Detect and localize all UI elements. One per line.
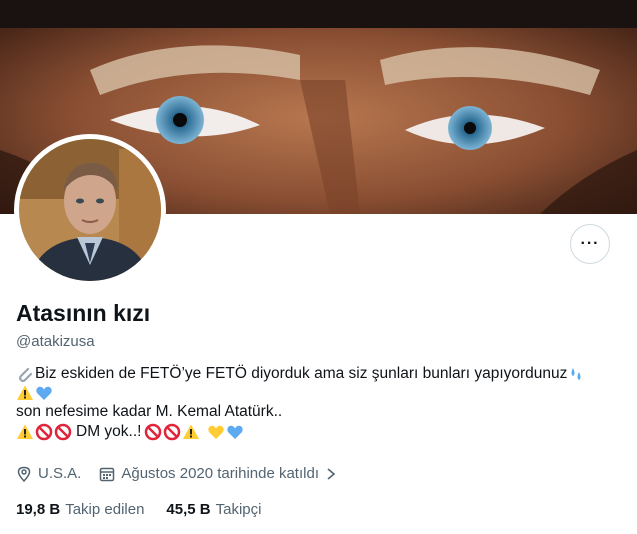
prohibited-icon [163, 423, 181, 441]
profile-display-name: Atasının kızı [16, 300, 151, 326]
more-options-button[interactable]: ··· [570, 224, 610, 264]
location-item: U.S.A. [16, 465, 81, 482]
bio-line-4: DM yok..! [16, 422, 624, 442]
joined-date-item[interactable]: Ağustos 2020 tarihinde katıldı [99, 465, 343, 482]
prohibited-icon [35, 423, 53, 441]
prohibited-icon [54, 423, 72, 441]
profile-bio: Biz eskiden de FETÖ’ye FETÖ diyorduk ama… [16, 364, 624, 442]
warning-icon [182, 423, 200, 441]
location-text: U.S.A. [38, 465, 82, 482]
joined-date-text: Ağustos 2020 tarihinde katıldı [121, 465, 319, 482]
bio-line-2 [16, 384, 624, 402]
more-horizontal-icon: ··· [580, 235, 600, 252]
profile-stats: 19,8 B Takip edilen 45,5 B Takipçi [16, 501, 283, 518]
sweat-droplets-icon [567, 365, 585, 383]
followers-label: Takipçi [215, 501, 262, 518]
bio-text-line-1: Biz eskiden de FETÖ’ye FETÖ diyorduk ama… [35, 365, 568, 382]
bio-text-line-4: DM yok..! [76, 423, 142, 440]
location-pin-icon [17, 466, 31, 482]
yellow-heart-icon [207, 423, 225, 441]
blue-heart-icon [35, 384, 53, 402]
followers-link[interactable]: 45,5 B Takipçi [166, 501, 261, 518]
following-label: Takip edilen [65, 501, 145, 518]
following-link[interactable]: 19,8 B Takip edilen [16, 501, 144, 518]
warning-icon [16, 423, 34, 441]
bio-line-1: Biz eskiden de FETÖ’ye FETÖ diyorduk ama… [16, 364, 624, 384]
calendar-icon [100, 467, 115, 481]
profile-avatar[interactable] [14, 134, 166, 286]
paperclip-icon [16, 365, 34, 383]
profile-meta: U.S.A. Ağustos 2020 tarihinde katıldı [16, 465, 361, 482]
chevron-right-icon [327, 467, 336, 480]
following-count: 19,8 B [16, 501, 61, 518]
prohibited-icon [144, 423, 162, 441]
warning-icon [16, 384, 34, 402]
bio-text-line-3: son nefesime kadar M. Kemal Atatürk.. [16, 403, 283, 420]
followers-count: 45,5 B [166, 501, 211, 518]
profile-handle: @atakizusa [16, 333, 95, 350]
blue-heart-icon [226, 423, 244, 441]
bio-line-3: son nefesime kadar M. Kemal Atatürk.. [16, 402, 624, 422]
